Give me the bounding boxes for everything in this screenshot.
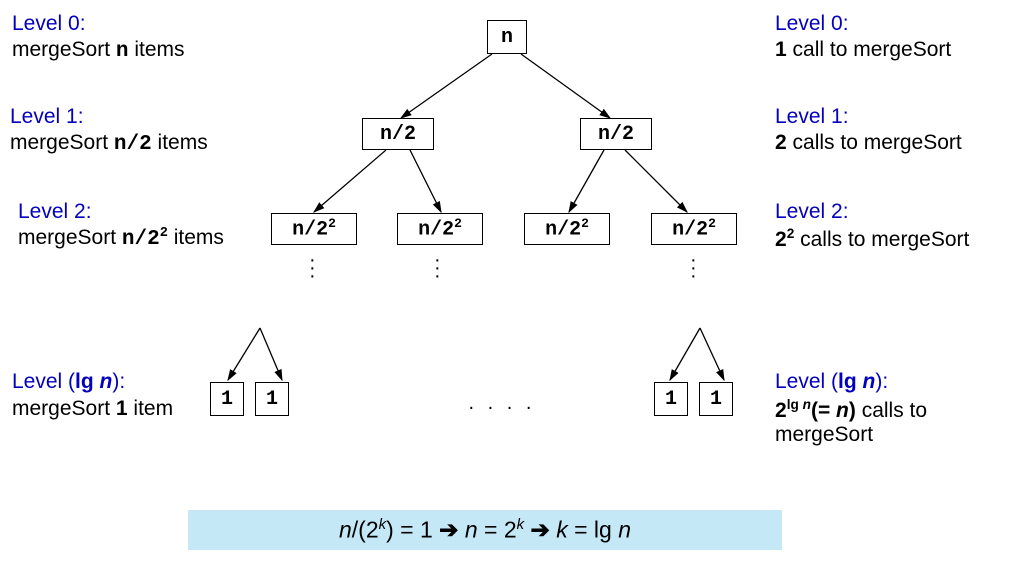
right-levelk-desc-line2: mergeSort	[775, 423, 873, 447]
node-leaf-lr: 1	[255, 382, 289, 416]
right-level2-desc: 22 calls to mergeSort	[775, 226, 969, 252]
left-level0-desc: mergeSort n items	[12, 38, 185, 63]
node-root: n	[487, 20, 527, 54]
vdots-c: ···	[690, 256, 697, 280]
formula-bar: n/(2k) = 1 ➔ n = 2k ➔ k = lg n	[188, 510, 782, 550]
left-levelk-desc: mergeSort 1 item	[12, 397, 173, 421]
node-leaf-rl: 1	[654, 382, 688, 416]
left-level0-label: Level 0:	[12, 12, 86, 36]
left-levelk-label: Level (lg n):	[12, 370, 125, 394]
left-level2-desc: mergeSort n/22 items	[18, 226, 224, 251]
node-l2-c: n/22	[524, 213, 610, 245]
node-leaf-rr: 1	[699, 382, 733, 416]
tree-arrows	[0, 0, 1022, 570]
node-l2-a: n/22	[271, 213, 357, 245]
node-leaf-ll: 1	[210, 382, 244, 416]
right-levelk-desc-line1: 2lg n(= n) calls to	[775, 397, 927, 423]
node-l2-b: n/22	[397, 213, 483, 245]
node-l1-left: n/2	[362, 118, 434, 150]
right-level1-label: Level 1:	[775, 105, 849, 129]
node-l2-d: n/22	[651, 213, 737, 245]
leaf-dots: . . . .	[422, 392, 582, 415]
left-level2-label: Level 2:	[18, 200, 92, 224]
left-level1-label: Level 1:	[10, 105, 84, 129]
right-level2-label: Level 2:	[775, 200, 849, 224]
node-l1-right: n/2	[580, 118, 652, 150]
right-levelk-label: Level (lg n):	[775, 370, 888, 394]
left-level1-desc: mergeSort n/2 items	[10, 131, 208, 156]
right-level0-desc: 1 call to mergeSort	[775, 38, 951, 62]
right-level0-label: Level 0:	[775, 12, 849, 36]
vdots-b: ···	[434, 256, 441, 280]
vdots-a: ···	[309, 256, 316, 280]
right-level1-desc: 2 calls to mergeSort	[775, 131, 962, 155]
